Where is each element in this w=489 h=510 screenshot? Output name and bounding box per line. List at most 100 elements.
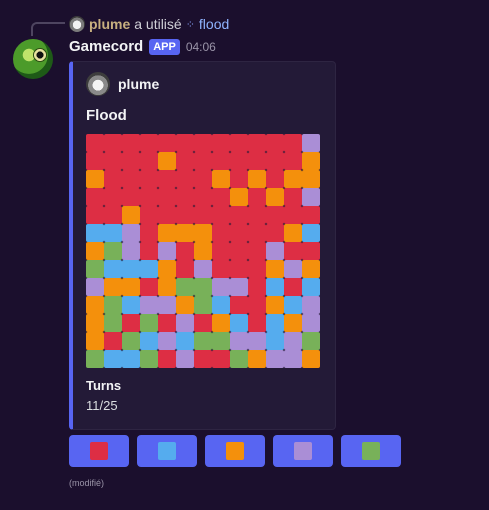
- board-cell-purple: [266, 350, 284, 368]
- embed-title: Flood: [86, 107, 127, 124]
- timestamp[interactable]: 04:06: [186, 40, 216, 54]
- board-cell-red: [194, 350, 212, 368]
- author-name: plume: [118, 76, 160, 92]
- board-cell-red: [158, 350, 176, 368]
- board-cell-red: [230, 206, 248, 224]
- board-cell-red: [248, 224, 266, 242]
- orange-square-icon: [226, 442, 244, 460]
- reply-user[interactable]: plume: [89, 16, 130, 32]
- board-cell-blue: [266, 332, 284, 350]
- board-cell-purple: [266, 242, 284, 260]
- board-cell-orange: [302, 350, 320, 368]
- board-cell-red: [212, 134, 230, 152]
- board-cell-red: [248, 260, 266, 278]
- board-cell-red: [212, 260, 230, 278]
- board-cell-red: [140, 206, 158, 224]
- board-cell-purple: [284, 260, 302, 278]
- board-cell-green: [302, 332, 320, 350]
- board-cell-purple: [230, 332, 248, 350]
- board-cell-purple: [176, 350, 194, 368]
- board-cell-blue: [212, 296, 230, 314]
- board-cell-green: [86, 350, 104, 368]
- board-cell-blue: [104, 350, 122, 368]
- blue-color-button[interactable]: [137, 435, 197, 467]
- board-cell-orange: [86, 170, 104, 188]
- board-cell-blue: [140, 332, 158, 350]
- board-cell-red: [158, 134, 176, 152]
- bot-name[interactable]: Gamecord: [69, 38, 143, 55]
- board-cell-red: [212, 152, 230, 170]
- board-cell-orange: [266, 296, 284, 314]
- board-cell-orange: [158, 152, 176, 170]
- board-cell-red: [86, 134, 104, 152]
- board-cell-blue: [266, 314, 284, 332]
- board-cell-red: [230, 134, 248, 152]
- board-cell-purple: [212, 278, 230, 296]
- board-cell-red: [104, 152, 122, 170]
- board-cell-purple: [122, 224, 140, 242]
- board-cell-red: [302, 242, 320, 260]
- board-cell-red: [230, 260, 248, 278]
- board-cell-orange: [158, 278, 176, 296]
- board-cell-red: [176, 260, 194, 278]
- board-cell-green: [140, 314, 158, 332]
- board-cell-red: [140, 152, 158, 170]
- board-cell-red: [176, 170, 194, 188]
- board-cell-blue: [230, 314, 248, 332]
- chameleon-eye-icon: [33, 48, 47, 62]
- board-cell-orange: [230, 188, 248, 206]
- board-cell-red: [212, 350, 230, 368]
- board-cell-red: [86, 206, 104, 224]
- slash-command-icon: ⁘: [185, 18, 195, 31]
- board-cell-blue: [122, 260, 140, 278]
- board-cell-green: [104, 314, 122, 332]
- board-cell-red: [248, 152, 266, 170]
- board-cell-orange: [302, 260, 320, 278]
- board-cell-red: [248, 206, 266, 224]
- board-cell-red: [230, 224, 248, 242]
- command-name[interactable]: flood: [199, 16, 229, 32]
- green-square-icon: [362, 442, 380, 460]
- flood-board: [86, 134, 320, 368]
- board-cell-purple: [140, 296, 158, 314]
- board-cell-green: [194, 296, 212, 314]
- board-cell-red: [212, 206, 230, 224]
- board-cell-red: [194, 134, 212, 152]
- board-cell-red: [140, 188, 158, 206]
- board-cell-orange: [176, 296, 194, 314]
- board-cell-orange: [302, 170, 320, 188]
- board-cell-red: [158, 170, 176, 188]
- board-cell-blue: [122, 350, 140, 368]
- board-cell-blue: [266, 278, 284, 296]
- orange-color-button[interactable]: [205, 435, 265, 467]
- board-cell-orange: [86, 242, 104, 260]
- board-cell-purple: [284, 332, 302, 350]
- edited-indicator: (modifié): [69, 478, 105, 488]
- board-cell-red: [176, 242, 194, 260]
- board-cell-red: [248, 188, 266, 206]
- bot-avatar[interactable]: [13, 39, 53, 79]
- red-color-button[interactable]: [69, 435, 129, 467]
- board-cell-orange: [248, 350, 266, 368]
- board-cell-red: [212, 188, 230, 206]
- command-reply-context[interactable]: plume a utilisé ⁘ flood: [69, 15, 229, 33]
- board-cell-red: [122, 188, 140, 206]
- board-cell-red: [212, 242, 230, 260]
- purple-color-button[interactable]: [273, 435, 333, 467]
- board-cell-purple: [122, 242, 140, 260]
- board-cell-orange: [284, 224, 302, 242]
- board-cell-purple: [284, 350, 302, 368]
- board-cell-orange: [104, 278, 122, 296]
- board-cell-red: [230, 296, 248, 314]
- user-avatar-small[interactable]: [69, 16, 85, 32]
- board-cell-red: [284, 278, 302, 296]
- board-cell-orange: [212, 314, 230, 332]
- board-cell-red: [266, 224, 284, 242]
- board-cell-red: [104, 134, 122, 152]
- green-color-button[interactable]: [341, 435, 401, 467]
- board-cell-red: [122, 152, 140, 170]
- board-cell-red: [122, 170, 140, 188]
- board-cell-green: [176, 278, 194, 296]
- board-cell-orange: [284, 314, 302, 332]
- board-cell-red: [176, 206, 194, 224]
